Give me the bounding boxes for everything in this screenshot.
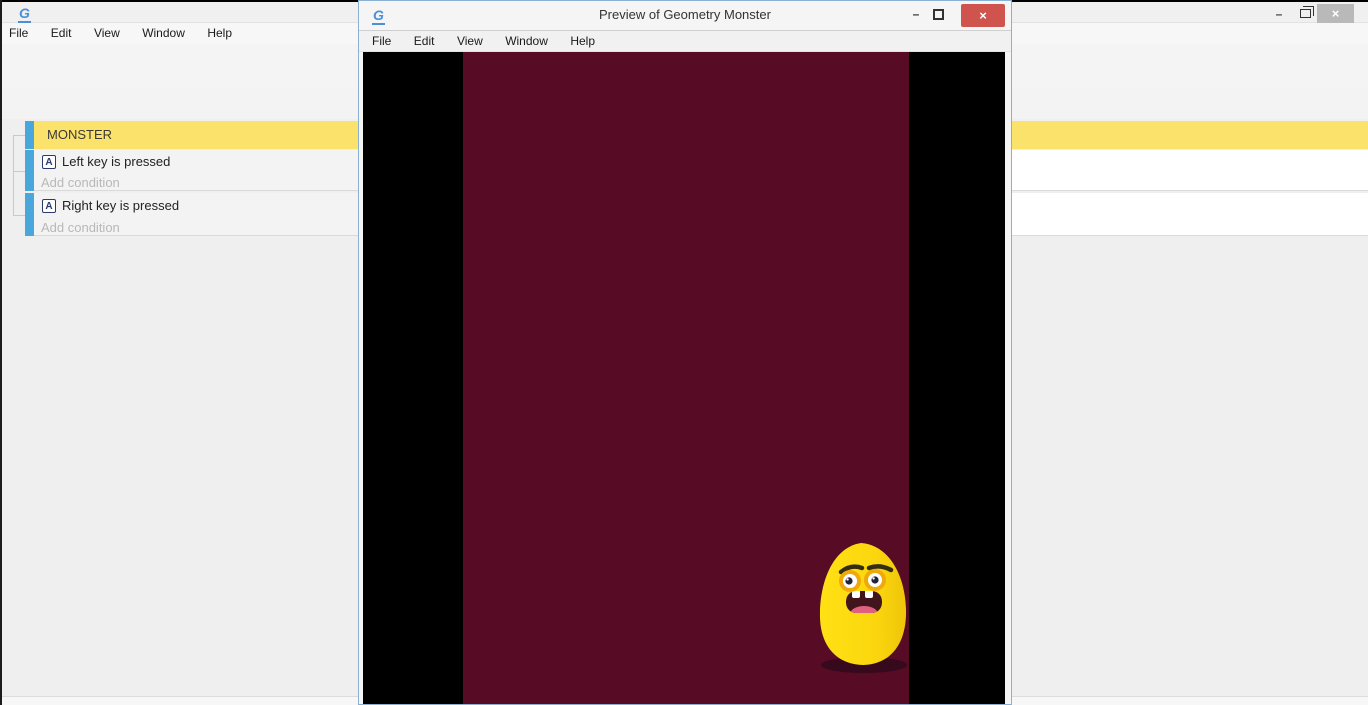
preview-titlebar[interactable]: G Preview of Geometry Monster – × bbox=[359, 1, 1011, 30]
preview-frame-left bbox=[359, 52, 363, 704]
menu-file[interactable]: File bbox=[0, 23, 37, 44]
condition-text: Left key is pressed bbox=[62, 154, 170, 169]
add-condition-link[interactable]: Add condition bbox=[41, 220, 120, 235]
restore-button[interactable] bbox=[1294, 4, 1316, 24]
keyboard-key-icon: A bbox=[42, 199, 56, 213]
event-handle[interactable] bbox=[25, 150, 34, 191]
event-group-label: MONSTER bbox=[47, 121, 112, 149]
preview-menubar: File Edit View Window Help bbox=[359, 30, 1011, 52]
preview-menu-edit[interactable]: Edit bbox=[405, 31, 444, 52]
condition[interactable]: A Left key is pressed bbox=[42, 154, 170, 169]
tree-connector bbox=[13, 135, 14, 215]
tree-connector bbox=[13, 215, 25, 216]
preview-maximize-button[interactable] bbox=[933, 9, 944, 20]
restore-icon bbox=[1300, 9, 1311, 18]
add-condition-link[interactable]: Add condition bbox=[41, 175, 120, 190]
tree-connector bbox=[13, 171, 25, 172]
close-button[interactable]: × bbox=[1317, 4, 1354, 24]
monster-sprite bbox=[815, 537, 911, 677]
menu-window[interactable]: Window bbox=[133, 23, 194, 44]
preview-frame-right bbox=[1005, 52, 1011, 704]
menu-help[interactable]: Help bbox=[198, 23, 241, 44]
event-group-handle[interactable] bbox=[25, 121, 34, 149]
window-left-border bbox=[0, 0, 2, 705]
preview-menu-file[interactable]: File bbox=[363, 31, 400, 52]
preview-window[interactable]: G Preview of Geometry Monster – × File E… bbox=[358, 0, 1012, 705]
preview-menu-view[interactable]: View bbox=[448, 31, 492, 52]
event-handle[interactable] bbox=[25, 193, 34, 236]
condition[interactable]: A Right key is pressed bbox=[42, 198, 179, 213]
menu-view[interactable]: View bbox=[85, 23, 129, 44]
preview-menu-window[interactable]: Window bbox=[496, 31, 557, 52]
menu-edit[interactable]: Edit bbox=[42, 23, 81, 44]
minimize-button[interactable]: – bbox=[1268, 4, 1290, 24]
tree-connector bbox=[13, 135, 25, 136]
keyboard-key-icon: A bbox=[42, 155, 56, 169]
preview-menu-help[interactable]: Help bbox=[561, 31, 604, 52]
game-viewport[interactable] bbox=[360, 52, 1010, 704]
preview-minimize-button[interactable]: – bbox=[905, 5, 927, 25]
preview-close-button[interactable]: × bbox=[961, 4, 1005, 27]
condition-text: Right key is pressed bbox=[62, 198, 179, 213]
gdevelop-logo-icon: G bbox=[18, 5, 31, 23]
